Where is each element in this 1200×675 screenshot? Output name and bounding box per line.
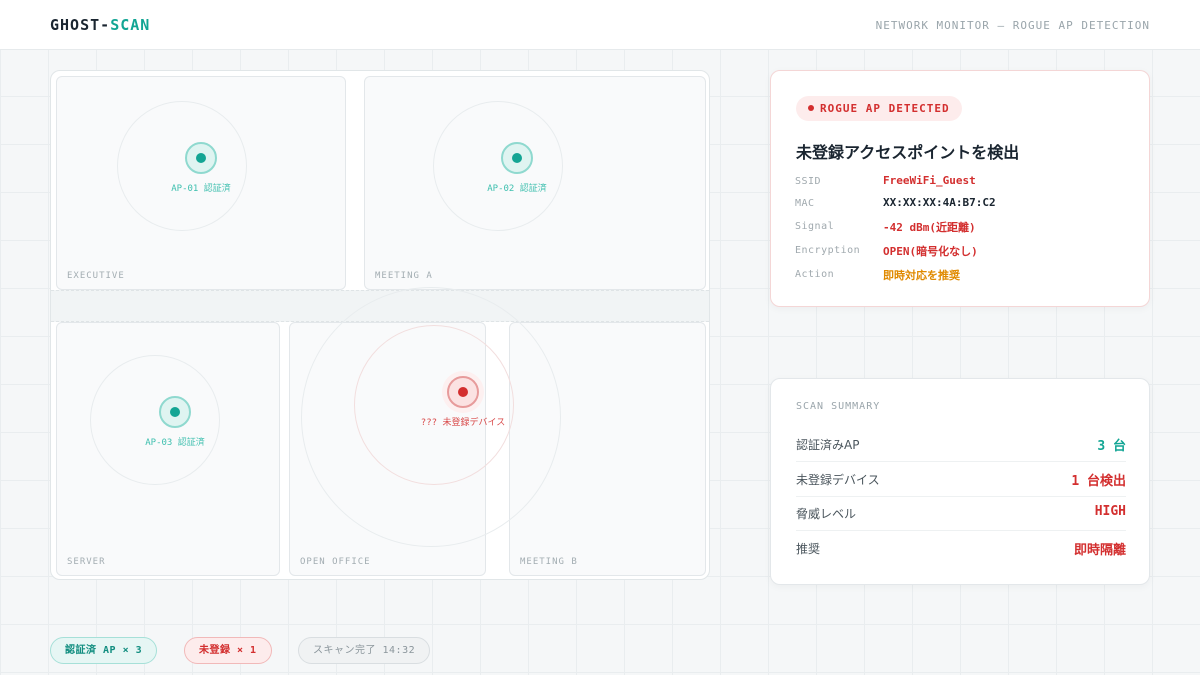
ap-dot-icon [170, 407, 180, 417]
detail-key: Signal [795, 221, 835, 232]
summary-value: 3 台 [1097, 439, 1126, 454]
ap-03-label: AP-03 認証済 [145, 438, 205, 448]
detail-row-ssid: SSID FreeWiFi_Guest [795, 174, 1125, 192]
detail-value: OPEN(暗号化なし) [883, 245, 978, 258]
detail-row-mac: MAC XX:XX:XX:4A:B7:C2 [795, 196, 1125, 214]
floor-plan: EXECUTIVE MEETING A SERVER OPEN OFFICE M… [50, 70, 710, 580]
detail-key: SSID [795, 176, 822, 187]
rogue-ap-marker[interactable] [447, 376, 479, 408]
ap-03-marker[interactable] [159, 396, 191, 428]
detail-key: Encryption [795, 245, 861, 256]
ap-coverage-ring [90, 355, 220, 485]
rogue-ap-label: ??? 未登録デバイス [420, 418, 506, 428]
scan-complete-chip[interactable]: スキャン完了 14:32 [298, 637, 431, 664]
summary-key: 脅威レベル [796, 507, 857, 521]
detail-value: -42 dBm(近距離) [883, 221, 976, 234]
ap-01-marker[interactable] [185, 142, 217, 174]
room-label: MEETING A [375, 271, 433, 281]
detail-key: Action [795, 269, 835, 280]
summary-row-authorized: 認証済みAP 3 台 [796, 427, 1126, 462]
detail-row-encryption: Encryption OPEN(暗号化なし) [795, 243, 1125, 261]
app-header: GHOST-SCAN NETWORK MONITOR — ROGUE AP DE… [0, 0, 1200, 50]
ap-02-marker[interactable] [501, 142, 533, 174]
ap-01-label: AP-01 認証済 [171, 184, 231, 194]
summary-heading: SCAN SUMMARY [796, 401, 881, 412]
summary-row-recommendation: 推奨 即時隔離 [796, 531, 1126, 566]
detail-row-signal: Signal -42 dBm(近距離) [795, 219, 1125, 237]
detail-key: MAC [795, 198, 815, 209]
ap-coverage-ring [433, 101, 563, 231]
brand-prefix: GHOST- [50, 16, 111, 34]
unregistered-chip[interactable]: 未登録 × 1 [184, 637, 272, 664]
summary-value: 1 台検出 [1071, 474, 1126, 489]
ap-02-label: AP-02 認証済 [487, 184, 547, 194]
summary-key: 推奨 [796, 542, 821, 556]
alert-details: SSID FreeWiFi_Guest MAC XX:XX:XX:4A:B7:C… [770, 70, 1150, 307]
summary-key: 未登録デバイス [796, 473, 880, 487]
summary-row-unregistered: 未登録デバイス 1 台検出 [796, 462, 1126, 497]
room-label: EXECUTIVE [67, 271, 125, 281]
ap-dot-icon [512, 153, 522, 163]
detail-row-action: Action 即時対応を推奨 [795, 267, 1125, 285]
ap-coverage-ring [117, 101, 247, 231]
summary-row-threat-level: 脅威レベル HIGH [796, 496, 1126, 531]
summary-value: 即時隔離 [1073, 543, 1126, 558]
summary-value: HIGH [1094, 504, 1126, 519]
authorized-ap-chip[interactable]: 認証済 AP × 3 [50, 637, 158, 664]
summary-key: 認証済みAP [796, 438, 860, 452]
rogue-dot-icon [458, 387, 468, 397]
detail-value: FreeWiFi_Guest [883, 174, 976, 187]
scan-summary-card: SCAN SUMMARY 認証済みAP 3 台 未登録デバイス 1 台検出 脅威… [770, 378, 1150, 585]
room-label: OPEN OFFICE [300, 557, 371, 567]
room-label: SERVER [67, 557, 106, 567]
brand-accent: SCAN [110, 16, 151, 34]
detail-value: XX:XX:XX:4A:B7:C2 [883, 196, 996, 209]
brand-logo[interactable]: GHOST-SCAN [50, 16, 150, 34]
room-label: MEETING B [520, 557, 578, 567]
detail-value: 即時対応を推奨 [883, 269, 960, 282]
header-subtitle: NETWORK MONITOR — ROGUE AP DETECTION [875, 19, 1150, 32]
ap-dot-icon [196, 153, 206, 163]
